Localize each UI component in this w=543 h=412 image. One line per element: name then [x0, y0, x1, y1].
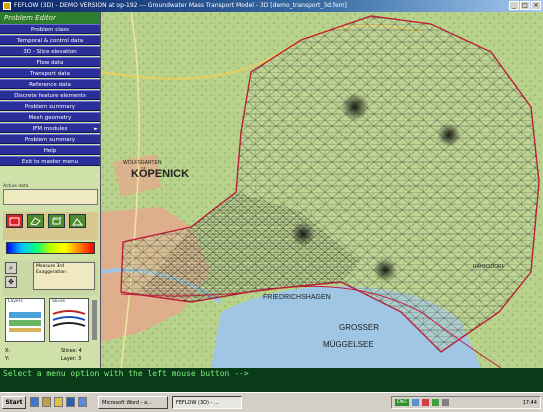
start-button[interactable]: Start: [2, 396, 26, 409]
tray-icon[interactable]: [431, 399, 439, 406]
problem-editor-title: Problem Editor: [0, 12, 100, 24]
maximize-button[interactable]: □: [520, 1, 530, 10]
coordinate-readout: X: Y: Slices: 4 Layer: 3: [3, 348, 98, 366]
menu-problem-class[interactable]: Problem class: [0, 24, 100, 34]
window-controls: _ □ ×: [509, 1, 541, 10]
well-refinement: [373, 258, 397, 282]
active-data-group: Active data: [3, 184, 98, 205]
layers-preview[interactable]: Layers: [5, 298, 45, 342]
desktop-icon[interactable]: [42, 397, 51, 407]
menu-reference-data[interactable]: Reference data: [0, 79, 100, 89]
problem-editor-menu: Problem class Temporal & control data 3D…: [0, 24, 100, 166]
menu-temporal-control-data[interactable]: Temporal & control data: [0, 35, 100, 45]
active-data-field[interactable]: [3, 189, 98, 205]
x-coordinate-label: X:: [5, 348, 11, 354]
menu-problem-summary-2[interactable]: Problem summary: [0, 134, 100, 144]
menu-discrete-feature-elements[interactable]: Discrete feature elements: [0, 90, 100, 100]
taskbar: Start Microsoft Word - a... FEFLOW (3D) …: [0, 392, 543, 412]
measure-display: Measure 3rd Exaggeration: [33, 262, 95, 290]
window-title-bar: FEFLOW (3D) - DEMO VERSION at op-192 ---…: [0, 0, 543, 12]
well-refinement: [437, 123, 461, 147]
menu-slice-elevation[interactable]: 3D - Slice elevation: [0, 46, 100, 56]
clock: 17:44: [522, 399, 537, 406]
quick-launch: [30, 397, 87, 407]
slices-icon: [52, 310, 86, 327]
menu-flow-data[interactable]: Flow data: [0, 57, 100, 67]
word-icon[interactable]: [66, 397, 75, 407]
y-coordinate-label: Y:: [5, 356, 10, 362]
map-view[interactable]: KÖPENICK WOLFSGARTEN FRIEDRICHSHAGEN GRO…: [101, 12, 543, 368]
system-tray: ENG 17:44: [391, 396, 541, 409]
well-refinement: [341, 93, 369, 121]
submenu-arrow-icon: ►: [94, 126, 98, 132]
layers-count: Layer: 3: [61, 356, 82, 362]
zoom-icon[interactable]: ⌕: [5, 262, 17, 274]
language-indicator[interactable]: ENG: [395, 399, 409, 406]
block-view-icon[interactable]: [48, 214, 65, 228]
speaker-icon[interactable]: [441, 399, 449, 406]
3d-view-icon[interactable]: [69, 214, 86, 228]
menu-exit-to-master-menu[interactable]: Exit to master menu: [0, 156, 100, 166]
mail-icon[interactable]: [78, 397, 87, 407]
problem-editor-panel: Problem Editor Problem class Temporal & …: [0, 12, 101, 368]
color-palette-group: [3, 240, 98, 256]
explorer-icon[interactable]: [54, 397, 63, 407]
slices-preview[interactable]: Slices: [49, 298, 89, 342]
tray-icon[interactable]: [421, 399, 429, 406]
command-prompt: Select a menu option with the left mouse…: [3, 369, 249, 378]
map-label-grosser: GROSSER: [339, 323, 379, 332]
well-refinement: [291, 222, 315, 246]
map-label-friedrichshagen: FRIEDRICHSHAGEN: [263, 294, 331, 301]
menu-problem-summary[interactable]: Problem summary: [0, 101, 100, 111]
ie-icon[interactable]: [30, 397, 39, 407]
plan-view-icon[interactable]: [6, 214, 23, 228]
menu-mesh-geometry[interactable]: Mesh geometry: [0, 112, 100, 122]
layers-icon: [9, 312, 41, 332]
measure-group: ⌕ ✥ Measure 3rd Exaggeration: [3, 260, 98, 296]
preview-scrollbar[interactable]: [92, 300, 97, 340]
slice-view-icon[interactable]: [27, 214, 44, 228]
pan-icon[interactable]: ✥: [5, 276, 17, 288]
minimize-button[interactable]: _: [509, 1, 519, 10]
map-label-wolfsgarten: WOLFSGARTEN: [123, 160, 162, 166]
taskbar-item-feflow[interactable]: FEFLOW (3D) - ...: [172, 396, 242, 409]
menu-transport-data[interactable]: Transport data: [0, 68, 100, 78]
command-line: Select a menu option with the left mouse…: [0, 368, 543, 392]
app-icon: [3, 2, 11, 10]
slices-count: Slices: 4: [61, 348, 82, 354]
taskbar-item-word[interactable]: Microsoft Word - a...: [98, 396, 168, 409]
map-label-mueggelsee: MÜGGELSEE: [323, 340, 374, 349]
window-title: FEFLOW (3D) - DEMO VERSION at op-192 ---…: [14, 2, 347, 9]
menu-help[interactable]: Help: [0, 145, 100, 155]
exaggeration-label: Exaggeration: [36, 270, 66, 275]
map-label-kopenick: KÖPENICK: [131, 167, 189, 180]
tray-icon[interactable]: [411, 399, 419, 406]
menu-ifm-modules[interactable]: IFM modules ►: [0, 123, 100, 133]
map-label-rahnsdorf: RAHNSDORF: [473, 264, 505, 270]
view-toolbar: [3, 212, 98, 240]
color-palette-bar[interactable]: [6, 242, 95, 254]
close-button[interactable]: ×: [531, 1, 541, 10]
view-previews: Layers Slices: [3, 298, 98, 346]
